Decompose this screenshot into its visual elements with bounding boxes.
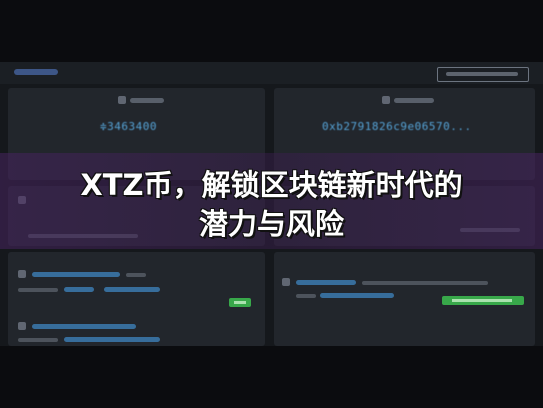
network-selector-label: [446, 72, 518, 76]
status-badge: [229, 298, 251, 307]
block-miner-link[interactable]: [64, 287, 94, 292]
hash-icon: [382, 96, 390, 104]
top-navbar: [0, 62, 543, 84]
block-row-icon: [18, 270, 26, 278]
tx-row-icon: [282, 278, 290, 286]
network-selector-button[interactable]: [437, 67, 529, 82]
tx-from-link[interactable]: [320, 293, 394, 298]
tx-hash-link[interactable]: [296, 280, 356, 285]
stat-value-right[interactable]: 0xb2791826c9e06570...: [322, 120, 472, 133]
block-tx-link[interactable]: [104, 287, 160, 292]
block-icon: [118, 96, 126, 104]
headline-line-2: 潜力与风险: [198, 207, 344, 241]
block-time: [126, 273, 146, 277]
block-tx-link[interactable]: [64, 337, 160, 342]
brand-logo[interactable]: [14, 69, 58, 75]
block-miner-label: [18, 338, 58, 342]
stat-label-right: [394, 98, 434, 103]
stat-label-left: [130, 98, 164, 103]
block-hash-link[interactable]: [32, 272, 120, 277]
block-row-icon: [18, 322, 26, 330]
transaction-list: [274, 252, 535, 346]
headline-line-1: XTZ币，解锁区块链新时代的: [80, 168, 463, 202]
block-hash-link[interactable]: [32, 324, 136, 329]
block-miner-label: [18, 288, 58, 292]
tx-from-label: [296, 294, 316, 298]
tx-status-badge: [442, 296, 524, 305]
tx-meta: [362, 281, 488, 285]
stat-value-left: ≑3463400: [100, 120, 157, 133]
block-list: [8, 252, 265, 346]
article-headline: XTZ币，解锁区块链新时代的 潜力与风险: [0, 166, 543, 244]
